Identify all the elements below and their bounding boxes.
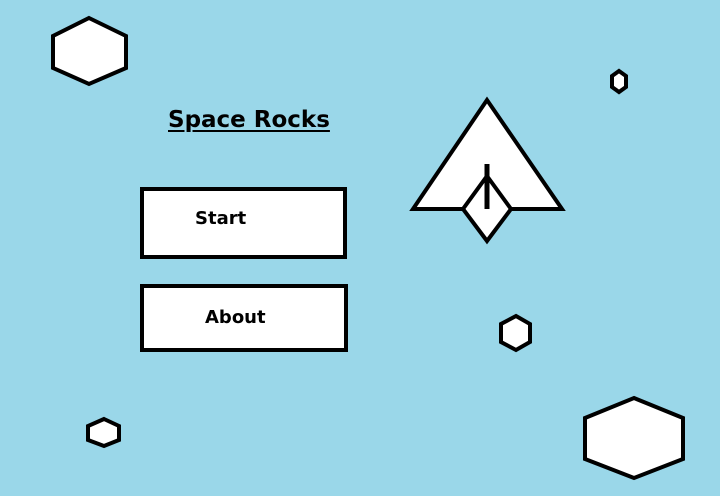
start-button-label: Start (195, 208, 247, 229)
game-scene (0, 0, 720, 496)
asteroid-large-bottom-right (583, 395, 685, 481)
about-button[interactable]: About (140, 284, 348, 352)
asteroid-small-center (499, 313, 532, 353)
about-button-label: About (205, 307, 266, 328)
start-button[interactable]: Start (140, 187, 347, 259)
asteroid-small-bottom-left (86, 416, 121, 449)
game-title: Space Rocks (168, 107, 330, 133)
asteroid-tiny-top-right (610, 68, 628, 95)
